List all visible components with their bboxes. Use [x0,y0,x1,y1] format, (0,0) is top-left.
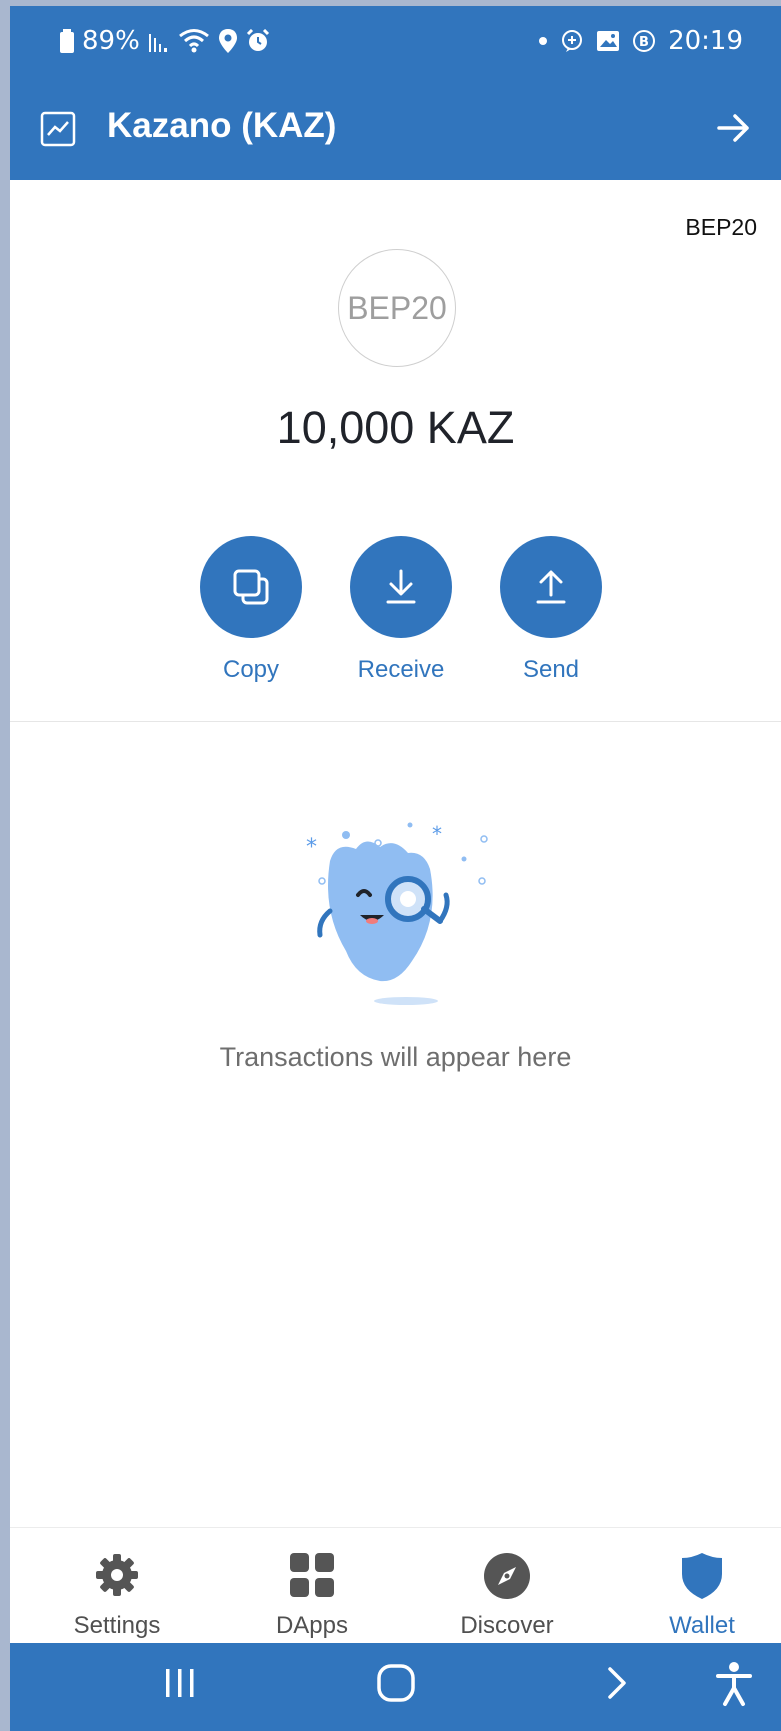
send-label: Send [522,656,580,683]
chat-plus-icon [562,30,583,52]
action-row: Copy Receive Send [196,536,606,696]
tab-wallet[interactable]: Wallet [627,1528,777,1640]
send-circle[interactable] [500,536,602,638]
bottom-tab-bar: Settings DApps Discover Wallet [10,1527,781,1644]
status-bar: 89% B 20:19 [10,6,781,84]
shield-icon [682,1553,722,1599]
empty-state-message: Transactions will appear here [219,1042,572,1072]
svg-text:*: * [432,822,442,846]
empty-state-illustration: * * [306,822,488,1005]
chevron-right-icon[interactable] [600,1661,634,1705]
upload-icon [536,570,566,604]
page-title: Kazano (KAZ) [107,106,337,145]
b-badge-icon: B [633,30,656,52]
status-right: B 20:19 [538,26,743,56]
svg-text:*: * [306,835,317,860]
system-nav-bar [10,1643,781,1731]
copy-icon [233,569,269,605]
dot-icon [539,37,548,45]
arrow-right-icon[interactable] [715,109,753,147]
wifi-icon [178,29,209,53]
grid-icon [290,1553,334,1597]
alarm-icon [246,29,269,51]
chart-icon[interactable] [40,111,76,147]
token-logo-text: BEP20 [347,289,447,326]
battery-icon [60,29,74,53]
location-icon [218,29,237,53]
copy-label: Copy [222,656,280,683]
compass-icon [484,1553,530,1599]
copy-circle[interactable] [200,536,302,638]
gear-icon [96,1554,138,1596]
status-left: 89% [60,26,270,56]
home-icon[interactable] [375,1661,417,1705]
svg-text:B: B [639,35,649,50]
tab-settings[interactable]: Settings [42,1528,192,1640]
tab-dapps[interactable]: DApps [237,1528,387,1640]
tab-settings-label: Settings [73,1612,161,1639]
signal-icon [148,34,167,52]
app-bar: Kazano (KAZ) [10,84,781,180]
tab-discover-label: Discover [460,1612,554,1639]
token-balance: 10,000 KAZ [276,402,515,453]
copy-button[interactable]: Copy [196,536,306,684]
screen: 89% B 20:19 Kazano (KAZ) BEP20 BEP20 10,… [10,6,781,1731]
divider [10,721,781,722]
accessibility-icon[interactable] [714,1661,754,1707]
tab-dapps-label: DApps [275,1612,349,1639]
network-label: BEP20 [685,214,757,240]
battery-percent: 89% [82,26,140,56]
receive-label: Receive [357,656,445,683]
tab-wallet-label: Wallet [669,1612,735,1639]
receive-circle[interactable] [350,536,452,638]
token-logo: BEP20 [338,249,456,367]
receive-button[interactable]: Receive [346,536,456,684]
recent-apps-icon[interactable] [160,1661,200,1705]
tab-discover[interactable]: Discover [432,1528,582,1640]
image-icon [597,31,620,51]
send-button[interactable]: Send [496,536,606,684]
download-icon [386,569,416,604]
clock: 20:19 [668,26,743,56]
